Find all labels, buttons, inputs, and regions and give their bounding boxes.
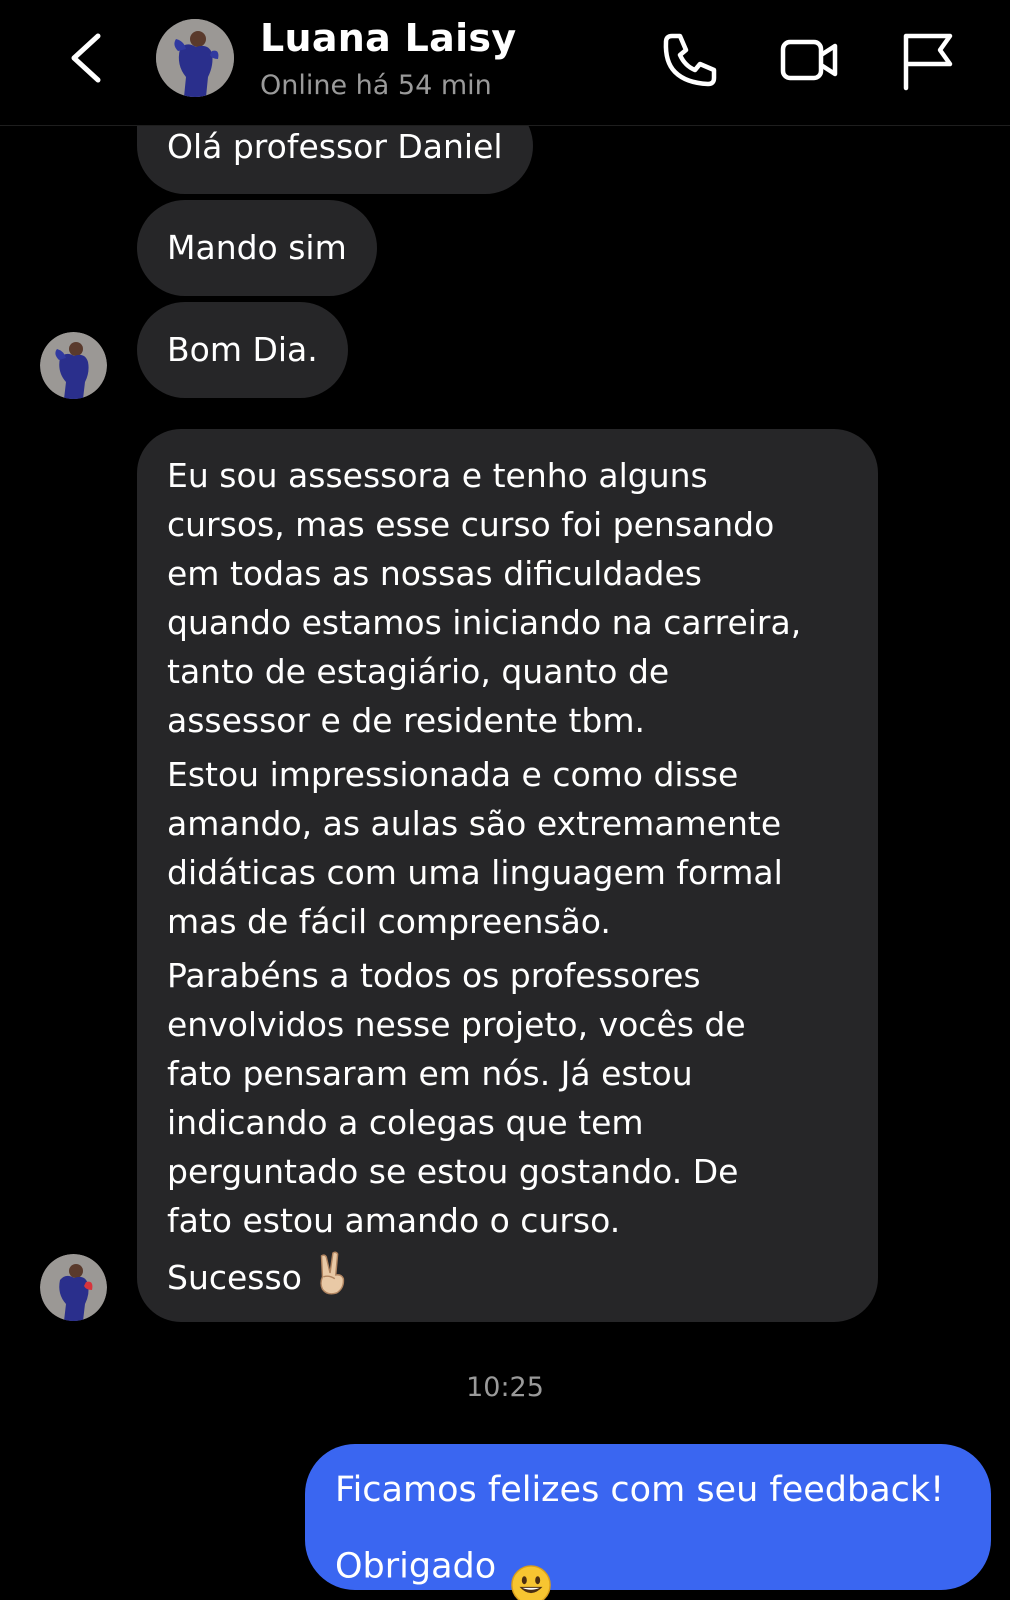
message-paragraph: Eu sou assessora e tenho alguns cursos, …	[167, 456, 802, 740]
sent-message-text: Ficamos felizes com seu feedback! Obriga…	[335, 1470, 945, 1587]
victory-hand-emoji	[312, 1250, 350, 1309]
back-chevron-icon	[71, 33, 101, 83]
received-long-message[interactable]: Eu sou assessora e tenho alguns cursos, …	[137, 429, 878, 1322]
chat-header: Luana Laisy Online há 54 min	[0, 0, 1010, 126]
received-message[interactable]: Mando sim	[137, 200, 377, 296]
message-closing-text: Sucesso	[167, 1258, 302, 1297]
sender-avatar[interactable]	[40, 332, 107, 399]
phone-icon	[663, 33, 717, 87]
contact-avatar[interactable]	[156, 19, 234, 97]
avatar-photo	[156, 19, 234, 97]
avatar-photo	[40, 332, 107, 399]
contact-status: Online há 54 min	[260, 70, 492, 101]
sent-message[interactable]: Ficamos felizes com seu feedback! Obriga…	[305, 1444, 991, 1600]
audio-call-button[interactable]	[658, 28, 722, 92]
back-button[interactable]	[62, 28, 114, 88]
video-camera-icon	[780, 39, 838, 81]
message-paragraph: Estou impressionada e como disse amando,…	[167, 755, 783, 941]
flag-icon	[903, 33, 953, 91]
avatar-photo	[40, 1254, 107, 1321]
sender-avatar[interactable]	[40, 1254, 107, 1321]
report-button[interactable]	[896, 28, 960, 92]
message-paragraph: Parabéns a todos os professores envolvid…	[167, 956, 746, 1240]
received-message[interactable]: Bom Dia.	[137, 302, 348, 398]
message-timestamp: 10:25	[466, 1372, 544, 1403]
video-call-button[interactable]	[778, 28, 842, 92]
smiley-emoji	[510, 1515, 552, 1600]
message-closing-line: Sucesso	[167, 1250, 848, 1309]
contact-name[interactable]: Luana Laisy	[260, 16, 516, 60]
chat-screen: Luana Laisy Online há 54 min Olá profess…	[0, 0, 1010, 1600]
